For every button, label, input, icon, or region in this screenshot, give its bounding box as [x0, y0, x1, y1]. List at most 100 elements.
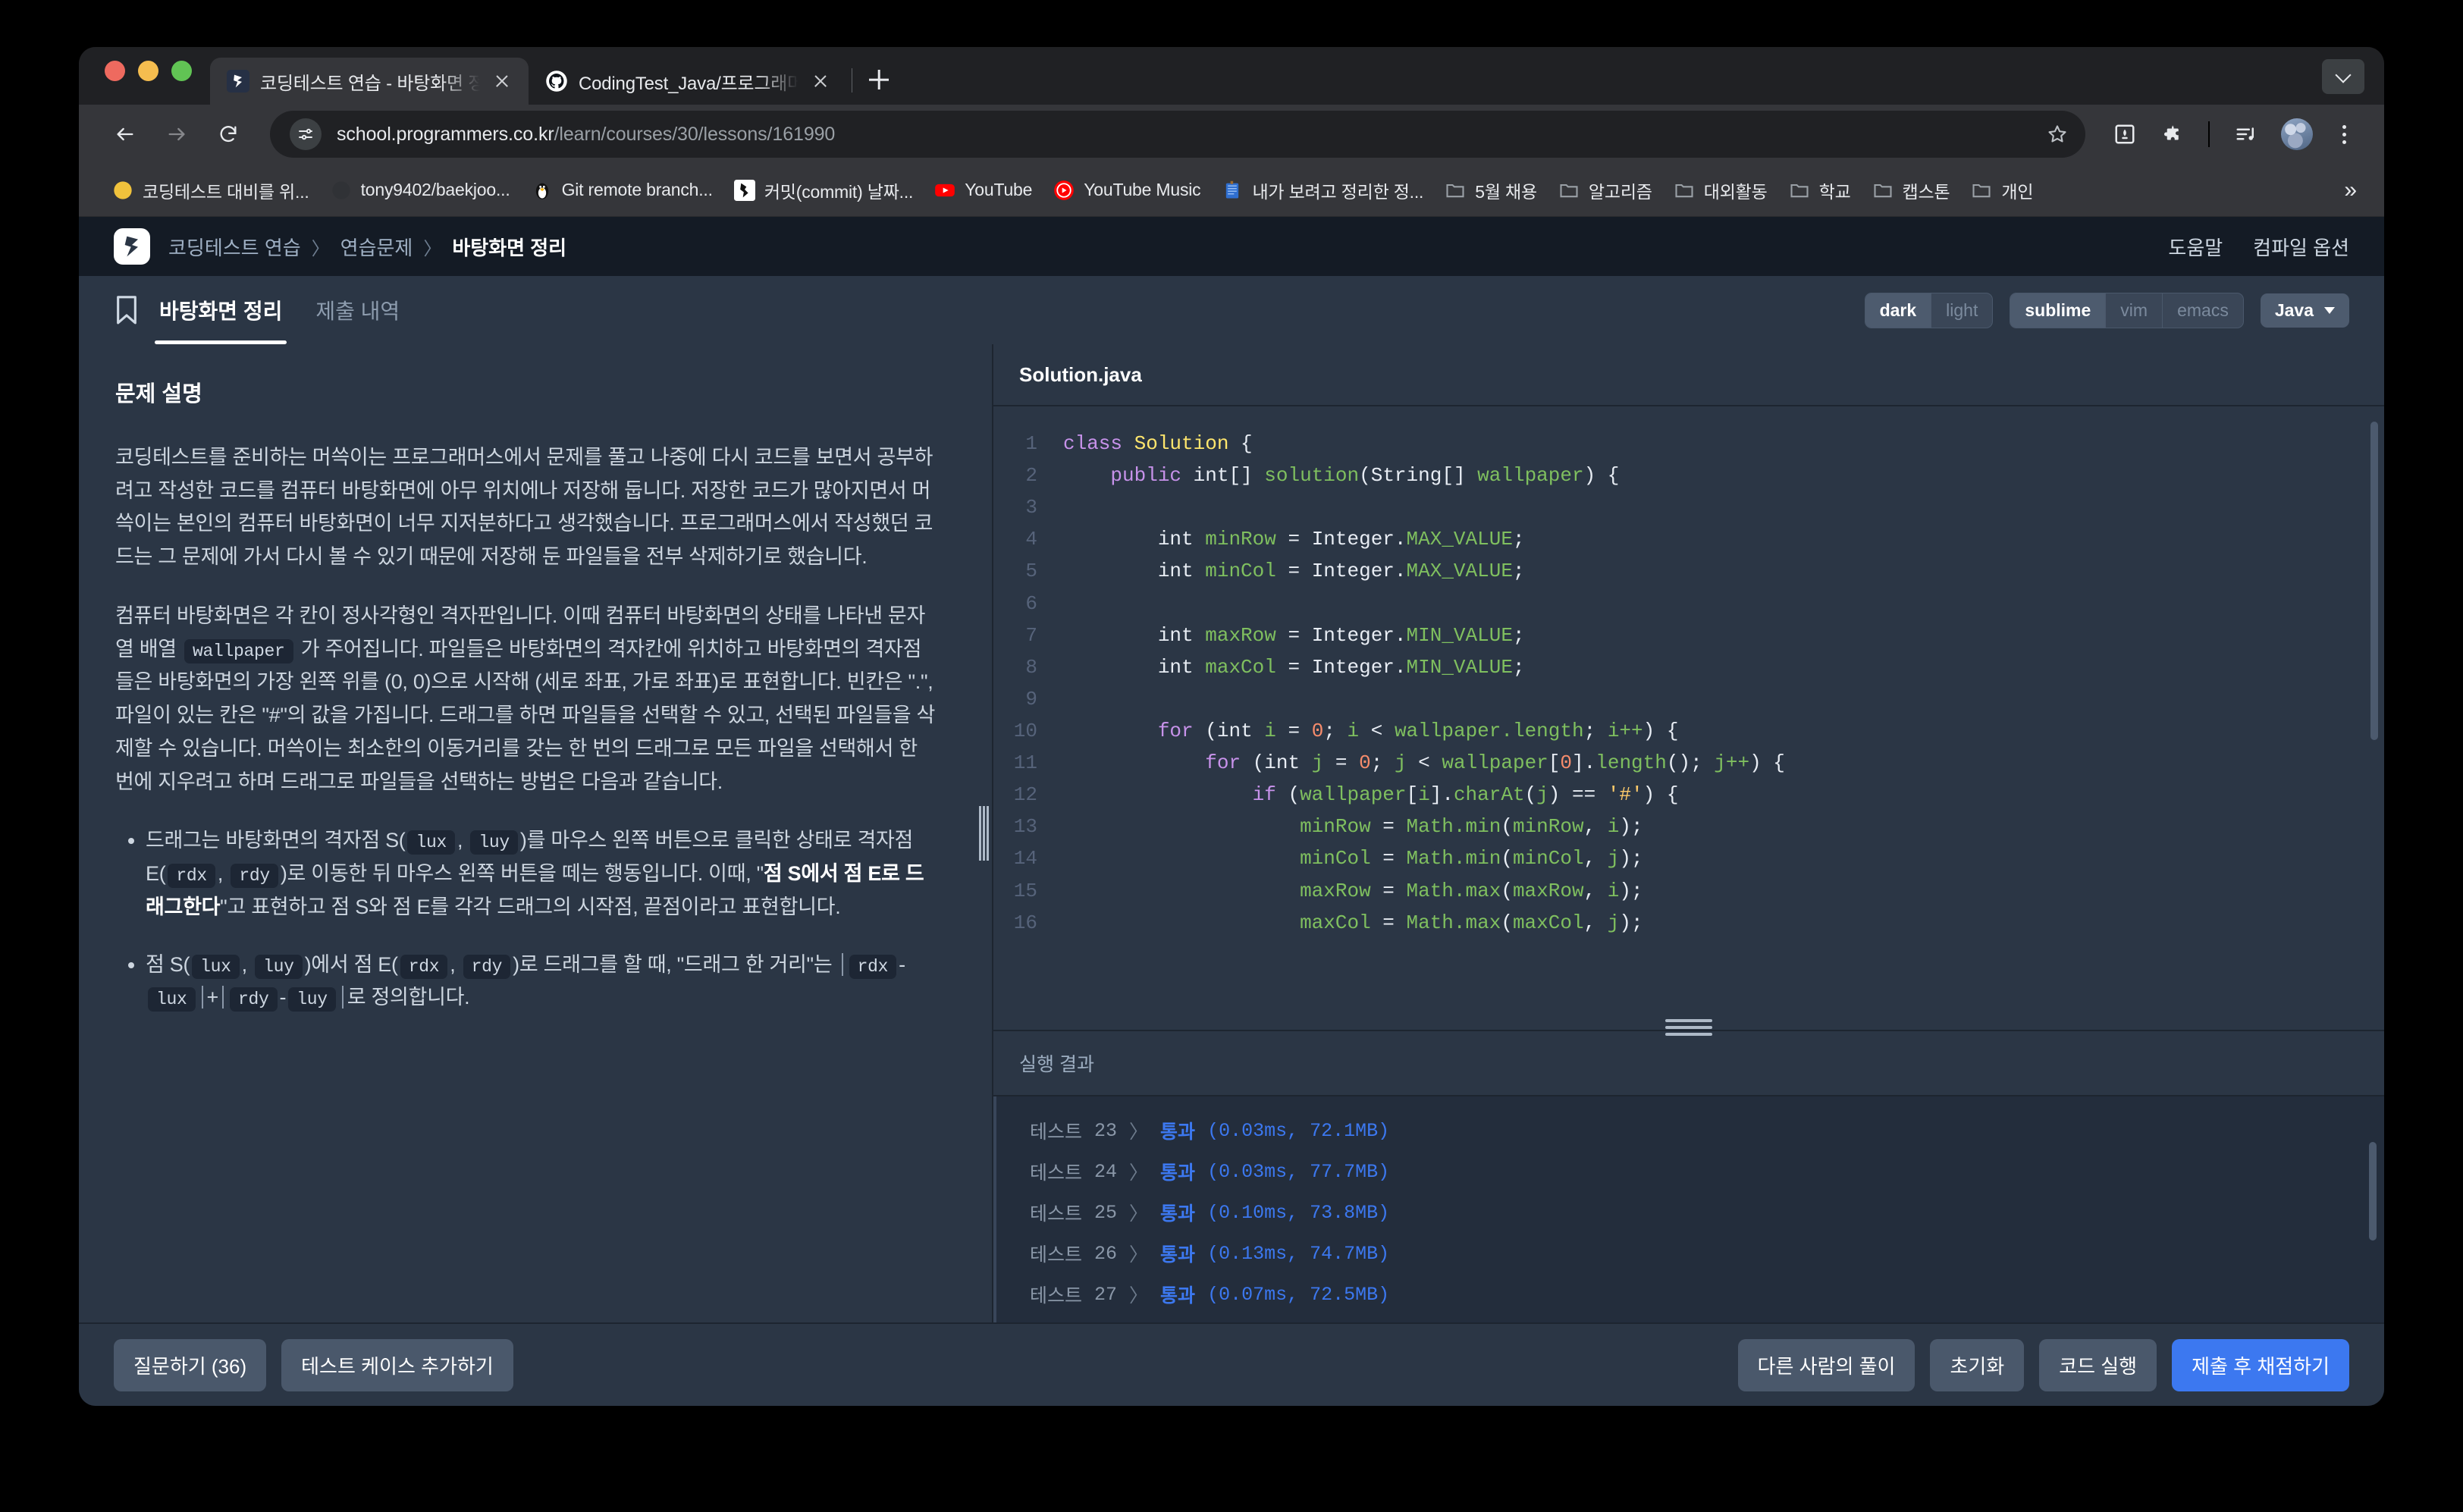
tab-submissions[interactable]: 제출 내역 — [315, 276, 400, 344]
media-playlist-icon[interactable] — [2225, 113, 2267, 155]
inline-code-luy: luy — [255, 954, 303, 979]
result-test-number: 27 — [1094, 1283, 1118, 1306]
code-editor[interactable]: 1 class Solution {2 public int[] solution… — [993, 405, 2384, 1030]
code-line: 16 maxCol = Math.max(maxCol, j); — [993, 907, 2384, 939]
extensions-puzzle-icon[interactable] — [2151, 113, 2193, 155]
bookmark-item-3[interactable]: 커밋(commit) 날짜... — [723, 171, 924, 209]
bookmark-folder-8[interactable]: 알고리즘 — [1548, 171, 1663, 209]
extension-rocket-icon[interactable] — [2104, 113, 2146, 155]
result-status: 통과 — [1160, 1121, 1196, 1143]
result-row: 테스트 26 〉 통과 (0.13ms, 74.7MB) — [993, 1233, 2384, 1274]
execution-result-panel: 실행 결과 테스트 23 〉 통과 (0.03ms, 72.1MB) 테스트 24 〉 통과 (0… — [993, 1019, 2384, 1322]
address-bar[interactable]: school.programmers.co.kr/learn/courses/3… — [270, 111, 2085, 158]
result-test-label: 테스트 — [1030, 1245, 1083, 1267]
code-line: 1 class Solution { — [993, 428, 2384, 460]
bookmark-folder-11[interactable]: 캡스톤 — [1862, 171, 1961, 209]
bookmark-folder-10[interactable]: 학교 — [1778, 171, 1862, 209]
forward-arrow-icon[interactable] — [153, 111, 200, 158]
bookmark-flag-icon[interactable] — [114, 295, 140, 325]
breadcrumb-middle[interactable]: 연습문제 — [340, 233, 413, 261]
folder-icon — [1445, 180, 1466, 201]
bookmarks-overflow-icon[interactable]: » — [2344, 177, 2361, 203]
reload-icon[interactable] — [205, 111, 252, 158]
theme-toggle-group: dark light — [1864, 292, 1994, 328]
result-test-label: 테스트 — [1030, 1286, 1083, 1308]
keymap-vim-option[interactable]: vim — [2105, 293, 2162, 328]
code-line: 9 — [993, 683, 2384, 715]
header-links: 도움말 컴파일 옵션 — [2168, 233, 2349, 261]
bookmark-star-icon[interactable] — [2040, 117, 2075, 152]
folder-icon — [1558, 180, 1580, 201]
back-arrow-icon[interactable] — [102, 111, 149, 158]
result-test-number: 25 — [1094, 1201, 1118, 1224]
language-select[interactable]: Java — [2260, 293, 2349, 328]
code-line-number: 8 — [1025, 655, 1037, 679]
tab-problem[interactable]: 바탕화면 정리 — [154, 276, 287, 344]
others-solutions-button[interactable]: 다른 사람의 풀이 — [1737, 1338, 1915, 1391]
browser-tab-2[interactable]: CodingTest_Java/프로그래머스/ — [529, 58, 847, 105]
help-link[interactable]: 도움말 — [2168, 233, 2223, 261]
github-circle-icon — [331, 180, 352, 201]
bookmark-item-4[interactable]: YouTube — [924, 174, 1043, 207]
editor-header: Solution.java — [993, 344, 2384, 405]
new-tab-button[interactable] — [857, 58, 901, 102]
abs-bar-icon — [841, 952, 843, 976]
folder-icon — [1971, 180, 1992, 201]
panel-resize-handle[interactable] — [974, 344, 993, 1322]
theme-light-option[interactable]: light — [1931, 293, 1992, 328]
code-line-text: public int[] solution(String[] wallpaper… — [1110, 464, 1620, 488]
breadcrumb-root[interactable]: 코딩테스트 연습 — [168, 233, 301, 261]
tab-search-chevron-down-icon[interactable] — [2322, 59, 2364, 94]
programmers-logo-icon[interactable] — [114, 228, 150, 265]
add-test-case-button[interactable]: 테스트 케이스 추가하기 — [281, 1338, 513, 1391]
keymap-sublime-option[interactable]: sublime — [2010, 293, 2106, 328]
code-line: 15 maxRow = Math.max(maxRow, i); — [993, 875, 2384, 907]
chrome-menu-icon[interactable] — [2327, 113, 2361, 155]
code-line-text: minCol = Math.min(minCol, j); — [1300, 847, 1643, 870]
site-settings-icon[interactable] — [290, 118, 322, 150]
bookmark-item-1[interactable]: tony9402/baekjoo... — [320, 174, 521, 207]
code-line-text: int minCol = Integer.MAX_VALUE; — [1157, 560, 1525, 583]
bookmark-item-2[interactable]: Git remote branch... — [521, 174, 723, 207]
code-line: 13 minRow = Math.min(minRow, i); — [993, 811, 2384, 842]
code-line-text: int maxCol = Integer.MIN_VALUE; — [1157, 655, 1525, 679]
bookmark-label: YouTube — [965, 180, 1033, 199]
result-resize-grip-icon[interactable] — [1665, 1019, 1712, 1036]
submit-grade-button[interactable]: 제출 후 채점하기 — [2172, 1338, 2349, 1391]
keymap-emacs-option[interactable]: emacs — [2162, 293, 2243, 328]
maximize-window-button[interactable] — [171, 60, 192, 81]
code-line: 12 if (wallpaper[i].charAt(j) == '#') { — [993, 779, 2384, 811]
problem-subbar: 바탕화면 정리 제출 내역 dark light sublime vim ema… — [79, 276, 2384, 344]
run-code-button[interactable]: 코드 실행 — [2039, 1338, 2157, 1391]
browser-tab-1[interactable]: 코딩테스트 연습 - 바탕화면 정리 | — [210, 58, 529, 105]
code-lines[interactable]: 1 class Solution {2 public int[] solution… — [993, 428, 2384, 939]
bookmark-folder-7[interactable]: 5월 채용 — [1434, 171, 1548, 209]
editor-scrollbar[interactable] — [2370, 422, 2378, 740]
profile-avatar[interactable] — [2281, 118, 2313, 150]
bookmark-item-6[interactable]: 내가 보려고 정리한 정... — [1211, 171, 1434, 209]
bookmark-item-5[interactable]: YouTube Music — [1043, 174, 1211, 207]
bookmark-folder-9[interactable]: 대외활동 — [1663, 171, 1778, 209]
bookmark-label: 커밋(commit) 날짜... — [764, 181, 914, 202]
result-scrollbar[interactable] — [2369, 1142, 2377, 1241]
bookmark-label: YouTube Music — [1084, 180, 1201, 199]
compile-options-link[interactable]: 컴파일 옵션 — [2253, 233, 2349, 261]
code-line-number: 15 — [1013, 879, 1037, 902]
code-line-number: 11 — [1013, 751, 1037, 775]
close-tab-1-icon[interactable] — [491, 70, 513, 93]
bookmark-item-0[interactable]: 코딩테스트 대비를 위... — [102, 171, 320, 209]
code-line-number: 5 — [1025, 560, 1037, 583]
chevron-right-icon: 〉 — [1129, 1286, 1149, 1308]
bookmark-folder-12[interactable]: 개인 — [1960, 171, 2044, 209]
minimize-window-button[interactable] — [138, 60, 158, 81]
ask-question-button[interactable]: 질문하기 (36) — [114, 1338, 267, 1391]
bookmark-label: 학교 — [1818, 181, 1851, 202]
breadcrumb-separator-icon: 〉 — [423, 238, 442, 259]
theme-dark-option[interactable]: dark — [1865, 293, 1931, 328]
reset-button[interactable]: 초기화 — [1930, 1338, 2025, 1391]
result-test-number: 23 — [1094, 1119, 1118, 1142]
b2-plus: + — [206, 986, 219, 1009]
close-tab-2-icon[interactable] — [809, 70, 832, 93]
footer-right-actions: 다른 사람의 풀이 초기화 코드 실행 제출 후 채점하기 — [1737, 1338, 2349, 1391]
close-window-button[interactable] — [105, 60, 125, 81]
